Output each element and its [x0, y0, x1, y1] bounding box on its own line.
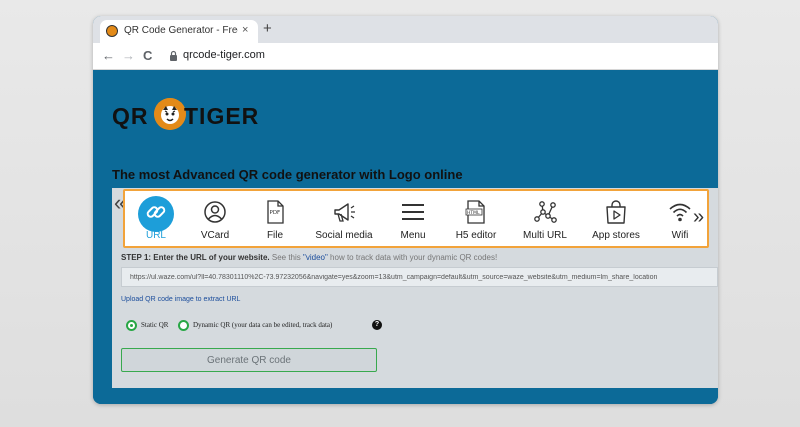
shopping-bag-icon — [606, 200, 626, 224]
tool-label: File — [266, 230, 284, 241]
megaphone-icon — [334, 203, 355, 222]
step-label: STEP 1: Enter the URL of your website. — [121, 253, 270, 262]
svg-text:HTML: HTML — [467, 210, 480, 216]
dynamic-qr-label: Dynamic QR (your data can be edited, tra… — [193, 321, 333, 329]
tool-label: VCard — [200, 230, 230, 241]
page-content: QR TIGER The most Advanced QR code gener… — [93, 70, 718, 404]
tab-bar: QR Code Generator - Free Custom × + — [93, 16, 718, 43]
upload-qr-image-link[interactable]: Upload QR code image to extract URL — [121, 296, 240, 303]
tool-url[interactable]: URL — [127, 191, 185, 246]
tool-label: App stores — [592, 230, 640, 241]
network-icon — [534, 201, 557, 223]
new-tab-icon[interactable]: + — [263, 20, 272, 37]
video-link[interactable]: "video" — [303, 253, 328, 262]
qr-type-toolbar: URL VCard PDF File Social media Menu HTM… — [123, 189, 709, 248]
tool-multi-url[interactable]: Multi URL — [509, 191, 581, 246]
tool-menu[interactable]: Menu — [383, 191, 443, 246]
tab-title: QR Code Generator - Free Custom — [124, 25, 238, 36]
tiger-logo-icon — [154, 98, 186, 130]
tool-label: Wifi — [671, 230, 689, 241]
browser-tab[interactable]: QR Code Generator - Free Custom × — [100, 20, 258, 43]
logo-text-right: TIGER — [184, 103, 260, 129]
static-qr-radio[interactable] — [126, 320, 137, 331]
step-one-instruction: STEP 1: Enter the URL of your website. S… — [121, 253, 497, 262]
menu-icon — [402, 204, 424, 220]
url-text[interactable]: qrcode-tiger.com — [183, 49, 265, 61]
user-icon — [204, 201, 226, 223]
tool-label: Social media — [315, 230, 373, 241]
pdf-file-icon: PDF — [267, 200, 284, 224]
tool-label: Multi URL — [523, 230, 567, 241]
step-see-this: See this — [271, 253, 301, 262]
address-bar: ← → C qrcode-tiger.com — [93, 43, 718, 70]
tool-label: URL — [145, 230, 166, 241]
browser-window: QR Code Generator - Free Custom × + ← → … — [93, 16, 718, 404]
generate-qr-button[interactable]: Generate QR code — [121, 348, 377, 372]
link-icon — [146, 206, 166, 218]
tool-vcard[interactable]: VCard — [185, 191, 245, 246]
html-file-icon: HTML — [465, 200, 485, 224]
tab-close-icon[interactable]: × — [242, 24, 248, 36]
tool-file[interactable]: PDF File — [245, 191, 305, 246]
next-arrow-icon[interactable]: » — [693, 206, 704, 229]
back-icon[interactable]: ← — [102, 48, 115, 63]
reload-icon[interactable]: C — [143, 48, 152, 63]
logo-text-left: QR — [112, 103, 149, 129]
page-headline: The most Advanced QR code generator with… — [112, 167, 463, 182]
tool-h5-editor[interactable]: HTML H5 editor — [443, 191, 509, 246]
help-icon[interactable]: ? — [372, 320, 382, 330]
tool-social-media[interactable]: Social media — [305, 191, 383, 246]
tool-label: Menu — [400, 230, 426, 241]
wifi-icon — [669, 203, 691, 222]
tool-label: H5 editor — [455, 230, 497, 241]
svg-text:PDF: PDF — [270, 210, 281, 216]
static-qr-label: Static QR — [141, 321, 169, 329]
forward-icon[interactable]: → — [122, 48, 135, 63]
step-rest: how to track data with your dynamic QR c… — [330, 253, 498, 262]
dynamic-qr-radio[interactable] — [178, 320, 189, 331]
tool-app-stores[interactable]: App stores — [581, 191, 651, 246]
lock-icon — [170, 50, 177, 61]
tiger-favicon-icon — [106, 25, 118, 37]
url-input[interactable] — [121, 267, 718, 287]
